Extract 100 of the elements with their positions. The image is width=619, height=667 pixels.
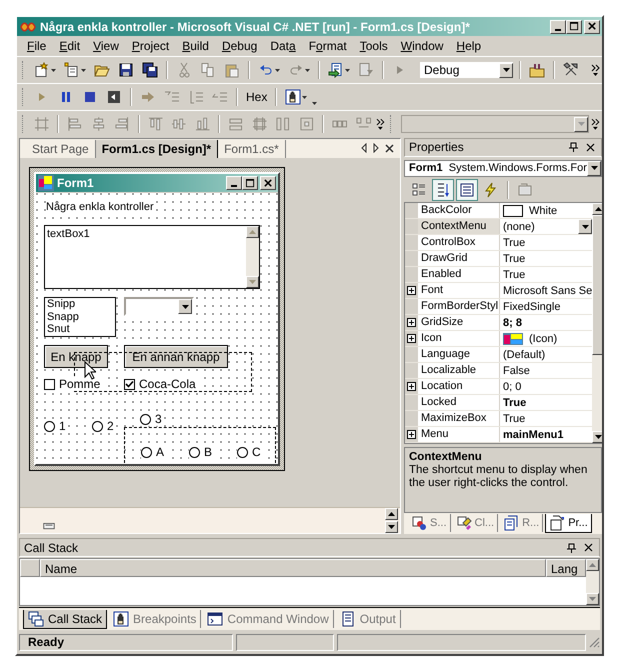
checkbox[interactable] bbox=[124, 378, 135, 390]
panel-tab[interactable]: Breakpoints bbox=[109, 610, 202, 628]
list-icon[interactable] bbox=[456, 178, 478, 201]
property-name[interactable]: Location bbox=[418, 379, 500, 394]
expand-icon[interactable] bbox=[407, 334, 416, 344]
form-button[interactable]: En annan knapp bbox=[124, 345, 228, 368]
property-name[interactable]: Locked bbox=[418, 395, 500, 410]
close-icon[interactable] bbox=[584, 543, 593, 552]
document-arrow-icon[interactable] bbox=[328, 62, 344, 78]
scroll-thumb[interactable] bbox=[592, 215, 602, 356]
column-header[interactable] bbox=[20, 559, 40, 577]
resize-grip-icon[interactable] bbox=[588, 636, 600, 648]
paste-icon[interactable] bbox=[224, 62, 240, 78]
expand-icon[interactable] bbox=[407, 430, 416, 440]
text-box[interactable]: textBox1 bbox=[44, 225, 260, 289]
expand-icon[interactable] bbox=[407, 382, 416, 392]
scroll-right-icon[interactable] bbox=[373, 143, 379, 153]
close-button[interactable] bbox=[260, 176, 276, 190]
menu-item[interactable]: Debug bbox=[214, 39, 264, 53]
menu-item[interactable]: File bbox=[20, 39, 52, 53]
list-item[interactable]: Snut bbox=[47, 323, 115, 336]
property-name[interactable]: Font bbox=[418, 283, 500, 298]
property-name[interactable]: Language bbox=[418, 347, 500, 362]
expand-icon[interactable] bbox=[407, 318, 416, 328]
panel-tab[interactable]: Call Stack bbox=[23, 610, 108, 628]
property-name[interactable]: MaximizeBox bbox=[418, 411, 500, 426]
document-tab[interactable]: Form1.cs [Design]* bbox=[96, 140, 218, 158]
copy-icon[interactable] bbox=[200, 62, 216, 78]
menu-item[interactable]: View bbox=[86, 39, 125, 53]
radio-button[interactable] bbox=[189, 446, 200, 458]
menu-item[interactable]: Data bbox=[263, 39, 302, 53]
menu-item[interactable]: Help bbox=[449, 39, 488, 53]
property-name[interactable]: DrawGrid bbox=[418, 251, 500, 266]
dropdown-button[interactable] bbox=[578, 219, 592, 234]
overflow-icon[interactable] bbox=[376, 118, 385, 130]
radio-button[interactable] bbox=[92, 420, 103, 432]
sort-icon[interactable] bbox=[432, 178, 454, 201]
maximize-button[interactable] bbox=[242, 176, 258, 190]
configuration-dropdown[interactable]: Debug bbox=[419, 61, 514, 79]
radio-button[interactable] bbox=[44, 420, 55, 432]
panel-tab[interactable]: S... bbox=[408, 514, 451, 532]
pin-icon[interactable] bbox=[569, 142, 578, 152]
close-icon[interactable] bbox=[385, 144, 394, 152]
scrollbar[interactable] bbox=[246, 226, 259, 288]
property-name[interactable]: Localizable bbox=[418, 363, 500, 378]
close-button[interactable] bbox=[584, 20, 600, 34]
scrollbar[interactable] bbox=[385, 508, 398, 533]
column-header[interactable]: Lang bbox=[546, 559, 586, 577]
menu-item[interactable]: Build bbox=[175, 39, 215, 53]
menu-item[interactable]: Project bbox=[124, 39, 176, 53]
document-icon[interactable] bbox=[358, 62, 374, 78]
property-name[interactable]: ContextMenu bbox=[418, 219, 500, 234]
property-name[interactable]: Icon bbox=[418, 331, 500, 346]
panel-tab[interactable]: Output bbox=[336, 610, 401, 628]
property-name[interactable]: FormBorderStyl bbox=[418, 299, 500, 314]
column-header[interactable]: Name bbox=[40, 559, 546, 577]
menu-item[interactable]: Window bbox=[394, 39, 450, 53]
property-name[interactable]: BackColor bbox=[418, 203, 500, 218]
radio-button[interactable] bbox=[140, 414, 151, 424]
caret-icon[interactable] bbox=[275, 68, 280, 72]
list-box[interactable]: Snipp Snapp Snut bbox=[44, 297, 116, 337]
floppy-disks-icon[interactable] bbox=[142, 62, 158, 78]
overflow-icon[interactable] bbox=[591, 118, 600, 130]
hand-icon[interactable] bbox=[285, 89, 302, 105]
pin-icon[interactable] bbox=[567, 542, 576, 552]
combo-box[interactable] bbox=[124, 297, 194, 316]
panel-tab[interactable]: Pr... bbox=[545, 514, 592, 533]
radio-button[interactable] bbox=[237, 446, 248, 458]
list-item[interactable]: Snapp bbox=[47, 310, 115, 323]
property-name[interactable]: Menu bbox=[418, 427, 500, 442]
caret-icon[interactable] bbox=[345, 68, 350, 72]
add-document-icon[interactable] bbox=[64, 62, 80, 78]
overflow-icon[interactable] bbox=[591, 64, 600, 76]
list-item[interactable]: Snipp bbox=[47, 298, 115, 310]
checkbox[interactable] bbox=[44, 378, 55, 390]
property-name[interactable]: GridSize bbox=[418, 315, 500, 330]
menu-item[interactable]: Tools bbox=[352, 39, 394, 53]
minimize-button[interactable] bbox=[226, 176, 242, 190]
scrollbar[interactable] bbox=[592, 203, 602, 444]
close-icon[interactable] bbox=[586, 142, 595, 152]
panel-tab[interactable]: R... bbox=[500, 514, 544, 532]
minimize-button[interactable] bbox=[550, 20, 566, 34]
scrollbar[interactable] bbox=[586, 559, 599, 605]
panel-tab[interactable]: Command Window bbox=[203, 610, 334, 628]
caret-icon[interactable] bbox=[81, 68, 86, 72]
expand-icon[interactable] bbox=[407, 286, 416, 296]
radio-button[interactable] bbox=[141, 446, 152, 458]
hex-button[interactable]: Hex bbox=[243, 90, 270, 104]
object-selector[interactable]: Form1 System.Windows.Forms.For bbox=[404, 160, 602, 178]
menu-item[interactable]: Edit bbox=[52, 39, 86, 53]
menu-item[interactable]: Format bbox=[302, 39, 353, 53]
caret-icon[interactable] bbox=[51, 68, 56, 72]
property-name[interactable]: Enabled bbox=[418, 267, 500, 282]
property-name[interactable]: ControlBox bbox=[418, 235, 500, 250]
scroll-left-icon[interactable] bbox=[361, 143, 367, 153]
form-button[interactable]: En knapp bbox=[44, 345, 108, 368]
maximize-button[interactable] bbox=[566, 20, 582, 34]
new-document-icon[interactable] bbox=[34, 62, 50, 78]
caret-icon[interactable] bbox=[305, 68, 310, 72]
panel-tab[interactable]: Cl... bbox=[452, 514, 498, 532]
